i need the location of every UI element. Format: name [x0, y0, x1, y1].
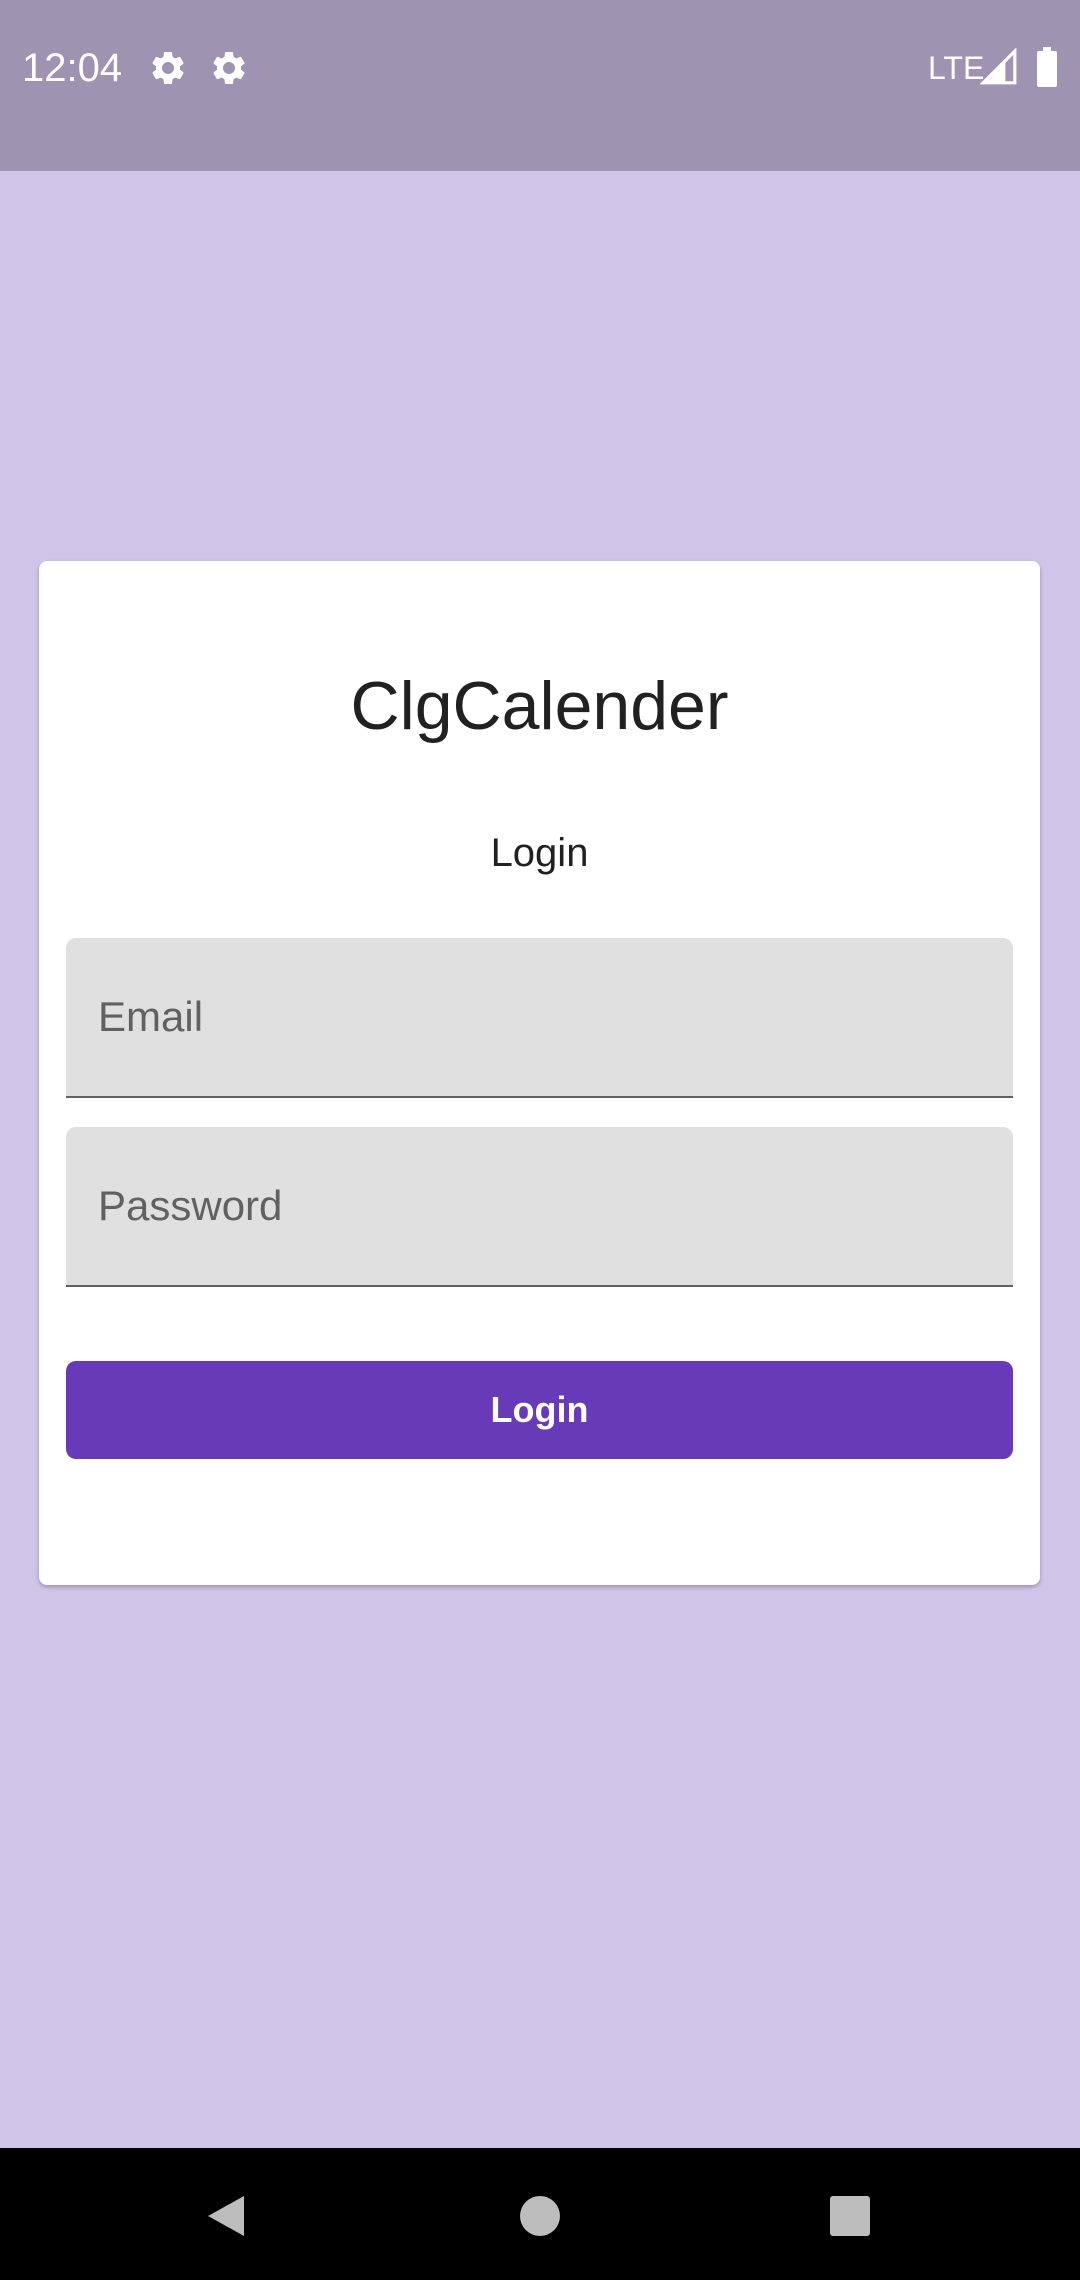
email-field-container: [66, 938, 1013, 1098]
navigation-bar: [0, 2148, 1080, 2280]
password-field[interactable]: [66, 1127, 1013, 1285]
status-bar: 12:04 LTE: [0, 0, 1080, 171]
home-icon[interactable]: [518, 2194, 562, 2238]
recents-icon[interactable]: [828, 2194, 872, 2238]
login-button[interactable]: Login: [66, 1361, 1013, 1459]
email-field[interactable]: [66, 938, 1013, 1096]
app-title: ClgCalender: [350, 668, 729, 744]
battery-icon: [1037, 47, 1057, 87]
network-type-label: LTE: [928, 50, 985, 86]
signal-icon: [980, 48, 1017, 85]
settings-icon: [152, 52, 184, 84]
login-card: ClgCalender Login Login: [39, 561, 1040, 1585]
settings-icon: [213, 52, 245, 84]
status-time: 12:04: [22, 46, 123, 90]
password-field-container: [66, 1127, 1013, 1287]
login-subtitle: Login: [490, 831, 589, 875]
back-icon[interactable]: [204, 2194, 248, 2238]
